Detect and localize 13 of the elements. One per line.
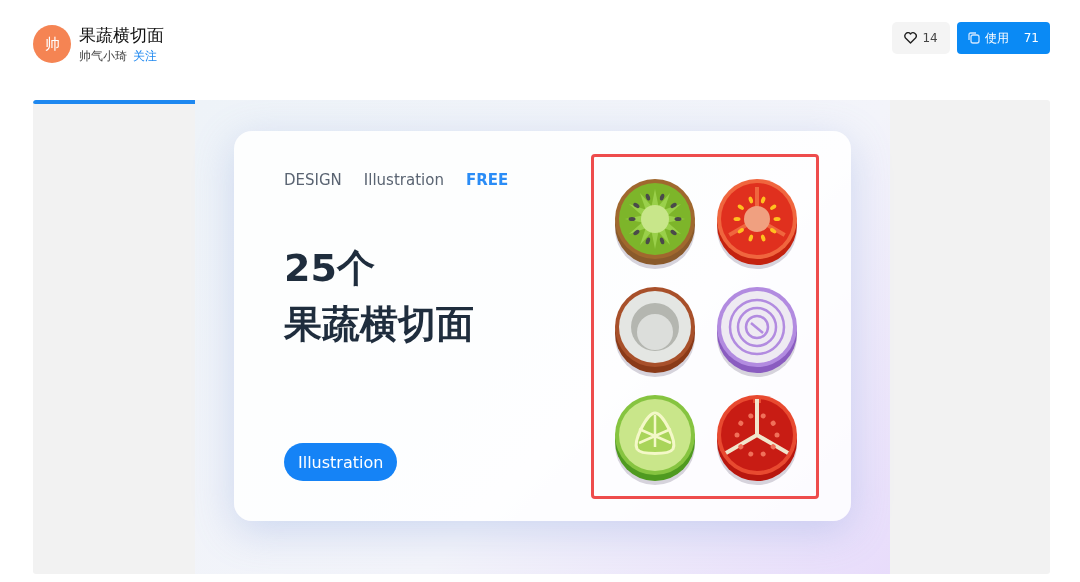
avatar: 帅 <box>33 25 71 63</box>
illustration-button[interactable]: Illustration <box>284 443 398 481</box>
follow-link[interactable]: 关注 <box>133 48 157 63</box>
tag-label: DESIGN <box>284 171 342 189</box>
author-name: 帅气小琦 <box>79 48 127 63</box>
tag-label: Illustration <box>363 171 444 189</box>
copy-icon <box>967 32 980 44</box>
use-button[interactable]: 使用 71 <box>956 22 1050 54</box>
banner-heading: 25个 果蔬横切面 <box>284 245 475 348</box>
tag-label: FREE <box>465 171 509 189</box>
heart-icon <box>904 32 918 44</box>
like-button[interactable]: 14 <box>892 22 950 54</box>
post-title: 果蔬横切面 <box>79 23 164 47</box>
